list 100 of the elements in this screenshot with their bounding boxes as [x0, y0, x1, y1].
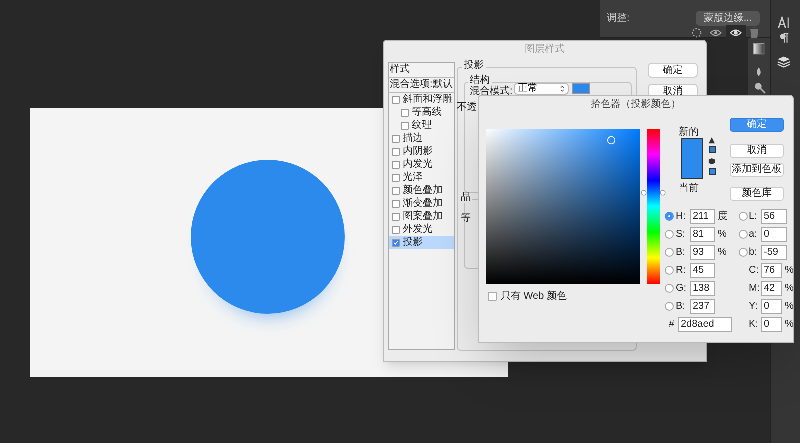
- style-item[interactable]: 图案叠加: [389, 210, 454, 223]
- radio-button[interactable]: [665, 302, 674, 311]
- field-label: S:: [676, 228, 686, 242]
- chevron-icon: [560, 85, 565, 93]
- input-field[interactable]: 45: [690, 263, 715, 278]
- radio-button[interactable]: [665, 248, 674, 257]
- input-field[interactable]: 0: [761, 227, 787, 242]
- gradient-icon[interactable]: [753, 43, 765, 55]
- layers-icon[interactable]: [777, 55, 791, 69]
- trash-icon[interactable]: [749, 27, 760, 39]
- input-field[interactable]: -59: [761, 245, 787, 260]
- group-title: 投影: [462, 61, 486, 71]
- checkbox[interactable]: [401, 122, 409, 130]
- warning-icon: [708, 137, 716, 144]
- unit-label: %: [785, 282, 794, 296]
- gamut-swatch[interactable]: [709, 146, 716, 153]
- checkbox[interactable]: [392, 212, 400, 220]
- field-label: 混合模式:: [470, 84, 513, 99]
- input-field[interactable]: 93: [690, 245, 715, 260]
- checkbox[interactable]: [488, 292, 497, 301]
- cube-icon: [708, 158, 716, 165]
- style-item[interactable]: 纹理: [389, 119, 454, 132]
- input-field[interactable]: 211: [690, 209, 715, 224]
- input-field[interactable]: 76: [761, 263, 782, 278]
- radio-button[interactable]: [665, 230, 674, 239]
- style-item[interactable]: 渐变叠加: [389, 197, 454, 210]
- style-item[interactable]: 样式: [389, 63, 454, 78]
- field-label: #: [669, 318, 675, 332]
- input-field[interactable]: 42: [761, 281, 782, 296]
- dialog-title: 图层样式: [524, 42, 566, 57]
- input-field[interactable]: 56: [761, 209, 787, 224]
- style-item[interactable]: 外发光: [389, 223, 454, 236]
- swatch-label: 当前: [679, 182, 699, 196]
- eye-icon[interactable]: [730, 27, 742, 39]
- input-field[interactable]: 0: [761, 317, 782, 332]
- radio-button[interactable]: [739, 230, 748, 239]
- field-label: H:: [676, 210, 687, 224]
- blend-mode-select[interactable]: 正常: [514, 83, 569, 95]
- web-safe-swatch[interactable]: [709, 168, 716, 175]
- checkbox[interactable]: [392, 96, 400, 104]
- drop-icon[interactable]: [754, 66, 764, 78]
- dialog-title: 拾色器（投影颜色）: [590, 98, 682, 112]
- field-label: G:: [676, 282, 688, 296]
- field-label: B:: [676, 246, 686, 260]
- swatch-label: 新的: [679, 126, 699, 140]
- dashed-circle-icon[interactable]: [691, 27, 703, 39]
- field-label: 等: [461, 212, 471, 226]
- radio-button[interactable]: [665, 212, 674, 221]
- style-item[interactable]: 等高线: [389, 106, 454, 119]
- style-item[interactable]: 光泽: [389, 171, 454, 184]
- checkbox-label: 只有 Web 颜色: [501, 290, 567, 304]
- style-item[interactable]: 混合选项:默认: [389, 78, 454, 93]
- unit-label: %: [785, 318, 794, 332]
- dialog-button[interactable]: 确定: [648, 63, 698, 78]
- checkbox[interactable]: [392, 226, 400, 234]
- group-title: 品: [460, 193, 472, 203]
- radio-button[interactable]: [739, 212, 748, 221]
- checkbox[interactable]: [392, 238, 400, 246]
- mask-edge-button[interactable]: 蒙版边缘...: [696, 11, 760, 26]
- input-field[interactable]: 2d8aed: [678, 317, 732, 332]
- checkbox[interactable]: [392, 134, 400, 142]
- color-field[interactable]: [486, 129, 640, 284]
- text-tool-icon[interactable]: [777, 16, 791, 30]
- hue-slider[interactable]: [641, 129, 666, 284]
- dialog-button[interactable]: 颜色库: [730, 187, 784, 201]
- dialog-button[interactable]: 添加到色板: [730, 163, 784, 177]
- checkbox[interactable]: [392, 200, 400, 208]
- field-label: M:: [749, 282, 761, 296]
- color-swatch[interactable]: [572, 83, 590, 94]
- input-field[interactable]: 237: [690, 299, 715, 314]
- dialog-button[interactable]: 取消: [730, 144, 784, 158]
- unit-label: %: [785, 300, 794, 314]
- slider-thumb[interactable]: [641, 190, 666, 196]
- magnifier-icon[interactable]: [754, 82, 766, 94]
- field-label: L:: [749, 210, 758, 224]
- checkbox[interactable]: [392, 148, 400, 156]
- input-field[interactable]: 138: [690, 281, 715, 296]
- checkbox[interactable]: [401, 108, 409, 116]
- style-item[interactable]: 内发光: [389, 158, 454, 171]
- group-title: 结构: [468, 76, 492, 86]
- checkbox[interactable]: [392, 160, 400, 168]
- style-item[interactable]: 颜色叠加: [389, 184, 454, 197]
- field-label: C:: [749, 264, 760, 278]
- unit-label: %: [718, 246, 727, 260]
- style-item[interactable]: 斜面和浮雕: [389, 93, 454, 106]
- radio-button[interactable]: [739, 248, 748, 257]
- input-field[interactable]: 81: [690, 227, 715, 242]
- paragraph-icon[interactable]: [779, 32, 790, 44]
- color-marker-icon[interactable]: [606, 136, 616, 145]
- color-comparison-swatch: [681, 138, 703, 179]
- unit-label: %: [785, 264, 794, 278]
- style-item[interactable]: 内阴影: [389, 145, 454, 158]
- radio-button[interactable]: [665, 284, 674, 293]
- checkbox[interactable]: [392, 174, 400, 182]
- radio-button[interactable]: [665, 266, 674, 275]
- input-field[interactable]: 0: [761, 299, 782, 314]
- eye-icon[interactable]: [710, 27, 722, 39]
- style-item[interactable]: 投影: [389, 236, 454, 249]
- checkbox[interactable]: [392, 186, 400, 194]
- style-item[interactable]: 描边: [389, 132, 454, 145]
